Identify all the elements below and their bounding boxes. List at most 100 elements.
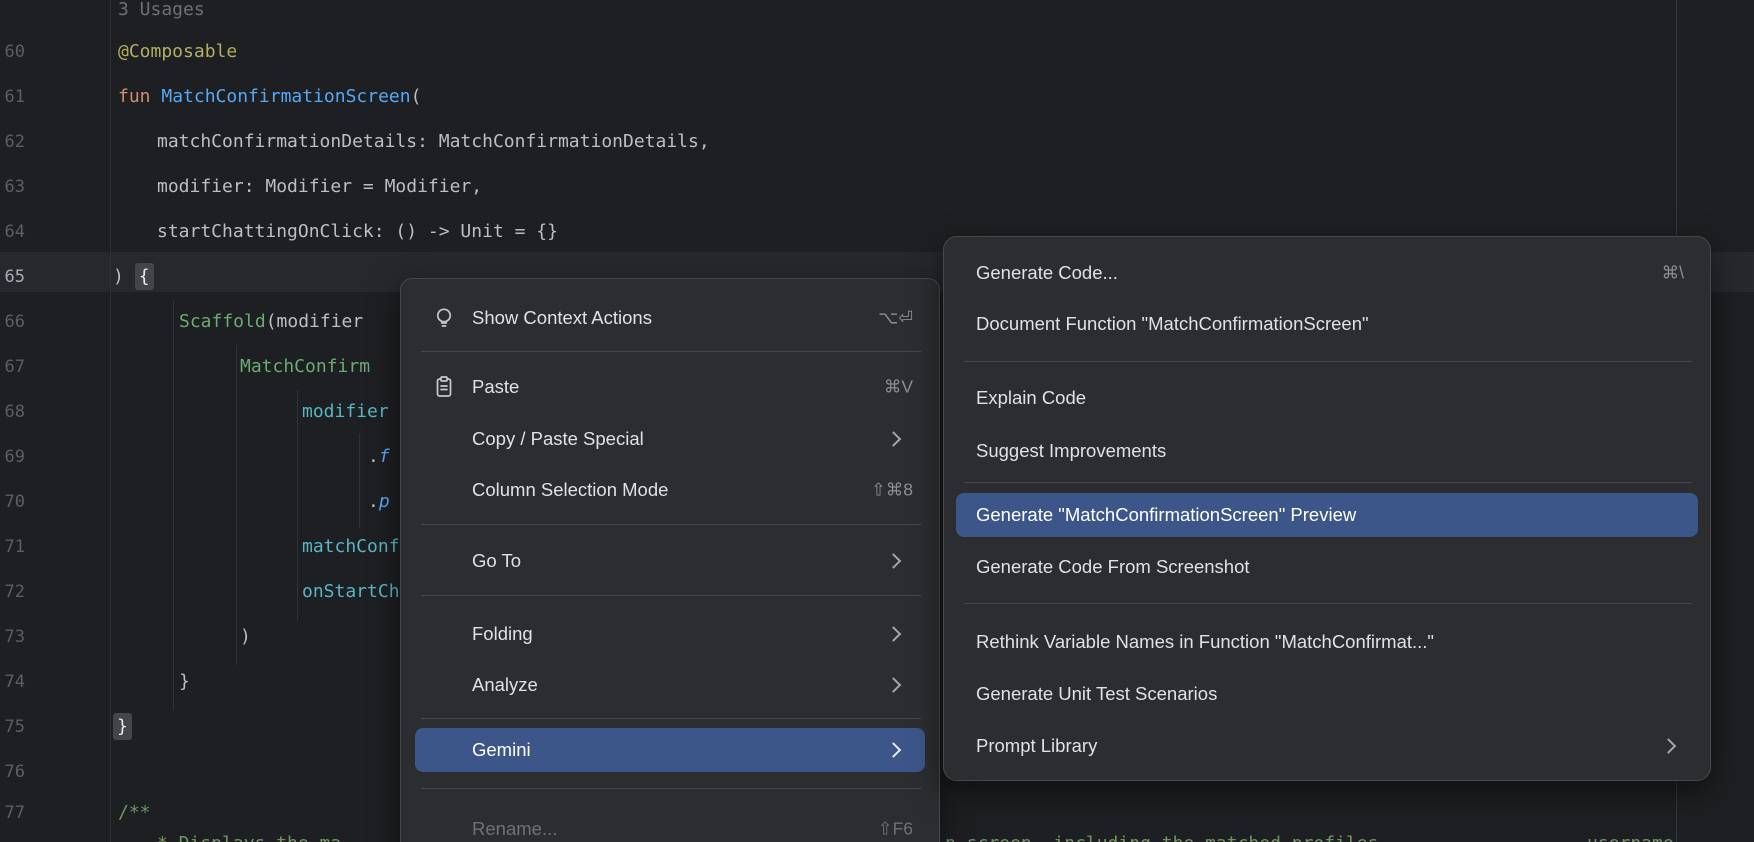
code-line[interactable]: matchConfirmationDetails: MatchConfirmat… [157, 129, 710, 155]
menu-separator [421, 524, 921, 525]
menu-separator [421, 718, 921, 719]
submenu-item-suggest-improvements[interactable]: Suggest Improvements [944, 429, 1710, 473]
menu-item-rename[interactable]: Rename... ⇧F6 [401, 807, 939, 842]
code-line[interactable]: matchConf [302, 534, 400, 560]
submenu-item-generate-preview[interactable]: Generate "MatchConfirmationScreen" Previ… [944, 493, 1710, 537]
menu-item-label: Generate Code From Screenshot [976, 556, 1250, 578]
code-line[interactable]: * Displays the ma [157, 831, 341, 842]
submenu-item-rethink-variable-names[interactable]: Rethink Variable Names in Function "Matc… [944, 620, 1710, 664]
composable-call-token: Scaffold [179, 311, 266, 332]
menu-item-column-selection-mode[interactable]: Column Selection Mode ⇧⌘8 [401, 468, 939, 512]
code-line[interactable]: fun MatchConfirmationScreen( [118, 84, 421, 110]
usages-inlay-hint[interactable]: 3 Usages [118, 0, 205, 23]
code-line[interactable]: username [1587, 831, 1674, 842]
code-line[interactable]: modifier [302, 399, 389, 425]
extension-call-token: p [379, 491, 390, 512]
submenu-arrow-icon [886, 431, 902, 447]
menu-separator [964, 603, 1692, 604]
line-number[interactable]: 77 [0, 800, 25, 826]
menu-item-label: Column Selection Mode [472, 479, 668, 501]
line-number[interactable]: 70 [0, 489, 25, 515]
code-line[interactable]: startChattingOnClick: () -> Unit = {} [157, 219, 558, 245]
menu-item-analyze[interactable]: Analyze [401, 663, 939, 707]
line-number[interactable]: 68 [0, 399, 25, 425]
line-number[interactable]: 71 [0, 534, 25, 560]
line-number[interactable]: 76 [0, 759, 25, 785]
annotation-token: @Composable [118, 41, 237, 62]
line-number-current[interactable]: 65 [0, 264, 25, 290]
submenu-item-generate-code[interactable]: Generate Code... ⌘\ [944, 251, 1710, 295]
submenu-arrow-icon [886, 742, 902, 758]
menu-shortcut: ⌘V [884, 377, 913, 398]
menu-item-show-context-actions[interactable]: Show Context Actions ⌥⏎ [401, 296, 939, 340]
line-number[interactable]: 72 [0, 579, 25, 605]
submenu-item-generate-code-from-screenshot[interactable]: Generate Code From Screenshot [944, 545, 1710, 589]
menu-separator [421, 351, 921, 352]
line-number[interactable]: 62 [0, 129, 25, 155]
paren-token: ) [240, 626, 251, 647]
menu-item-copy-paste-special[interactable]: Copy / Paste Special [401, 417, 939, 461]
line-number[interactable]: 67 [0, 354, 25, 380]
menu-separator [964, 361, 1692, 362]
code-line[interactable]: onStartCh [302, 579, 400, 605]
menu-item-paste[interactable]: Paste ⌘V [401, 365, 939, 409]
submenu-item-explain-code[interactable]: Explain Code [944, 376, 1710, 420]
named-argument-token: matchConf [302, 536, 400, 557]
menu-item-label: Rethink Variable Names in Function "Matc… [976, 631, 1434, 653]
keyword-token: fun [118, 86, 161, 107]
code-line[interactable]: n screen, including the matched profiles… [945, 831, 1411, 842]
paren-token: ) [113, 266, 135, 287]
code-line[interactable]: ) [240, 624, 251, 650]
line-number[interactable]: 60 [0, 39, 25, 65]
code-line[interactable]: @Composable [118, 39, 237, 65]
dot-token: . [368, 491, 379, 512]
code-line[interactable]: /** [118, 800, 151, 826]
submenu-item-prompt-library[interactable]: Prompt Library [944, 724, 1710, 768]
parameter-token: startChattingOnClick: () -> Unit = {} [157, 221, 558, 242]
line-number[interactable]: 73 [0, 624, 25, 650]
menu-shortcut: ⌘\ [1662, 263, 1684, 284]
menu-item-label: Folding [472, 623, 533, 645]
menu-item-go-to[interactable]: Go To [401, 539, 939, 583]
code-line[interactable]: Scaffold(modifier [179, 309, 363, 335]
matched-brace: } [113, 713, 132, 740]
submenu-item-document-function[interactable]: Document Function "MatchConfirmationScre… [944, 302, 1710, 346]
code-line[interactable]: .p [368, 489, 390, 515]
menu-item-label: Generate "MatchConfirmationScreen" Previ… [976, 504, 1356, 526]
code-line[interactable]: .f [368, 444, 390, 470]
submenu-item-generate-unit-test-scenarios[interactable]: Generate Unit Test Scenarios [944, 672, 1710, 716]
code-line[interactable]: } [179, 669, 190, 695]
line-number[interactable]: 61 [0, 84, 25, 110]
dot-token: . [368, 446, 379, 467]
menu-item-label: Show Context Actions [472, 307, 652, 329]
menu-separator [421, 788, 921, 789]
menu-item-label: Suggest Improvements [976, 440, 1166, 462]
menu-item-label: Explain Code [976, 387, 1086, 409]
code-line[interactable]: modifier: Modifier = Modifier, [157, 174, 482, 200]
indent-guide [236, 345, 237, 665]
menu-item-label: Paste [472, 376, 519, 398]
code-line[interactable]: } [113, 714, 132, 740]
code-line-caret[interactable]: ) { [113, 264, 154, 290]
menu-separator [421, 595, 921, 596]
named-argument-token: onStartCh [302, 581, 400, 602]
editor-context-menu: Show Context Actions ⌥⏎ Paste ⌘V Copy / … [400, 278, 940, 842]
line-number[interactable]: 74 [0, 669, 25, 695]
submenu-arrow-icon [886, 626, 902, 642]
lightbulb-icon [431, 305, 457, 331]
menu-item-label: Rename... [472, 818, 557, 840]
line-number[interactable]: 75 [0, 714, 25, 740]
comment-token: n screen, including the matched profiles… [945, 833, 1411, 842]
line-number[interactable]: 69 [0, 444, 25, 470]
line-number[interactable]: 64 [0, 219, 25, 245]
menu-item-label: Analyze [472, 674, 538, 696]
clipboard-icon [431, 374, 457, 400]
menu-item-gemini[interactable]: Gemini [401, 728, 939, 772]
indent-guide [297, 390, 298, 620]
line-number[interactable]: 63 [0, 174, 25, 200]
line-number[interactable]: 66 [0, 309, 25, 335]
function-name-token: MatchConfirmationScreen [161, 86, 410, 107]
gemini-submenu: Generate Code... ⌘\ Document Function "M… [943, 236, 1711, 781]
menu-item-folding[interactable]: Folding [401, 612, 939, 656]
code-line[interactable]: MatchConfirm [240, 354, 370, 380]
